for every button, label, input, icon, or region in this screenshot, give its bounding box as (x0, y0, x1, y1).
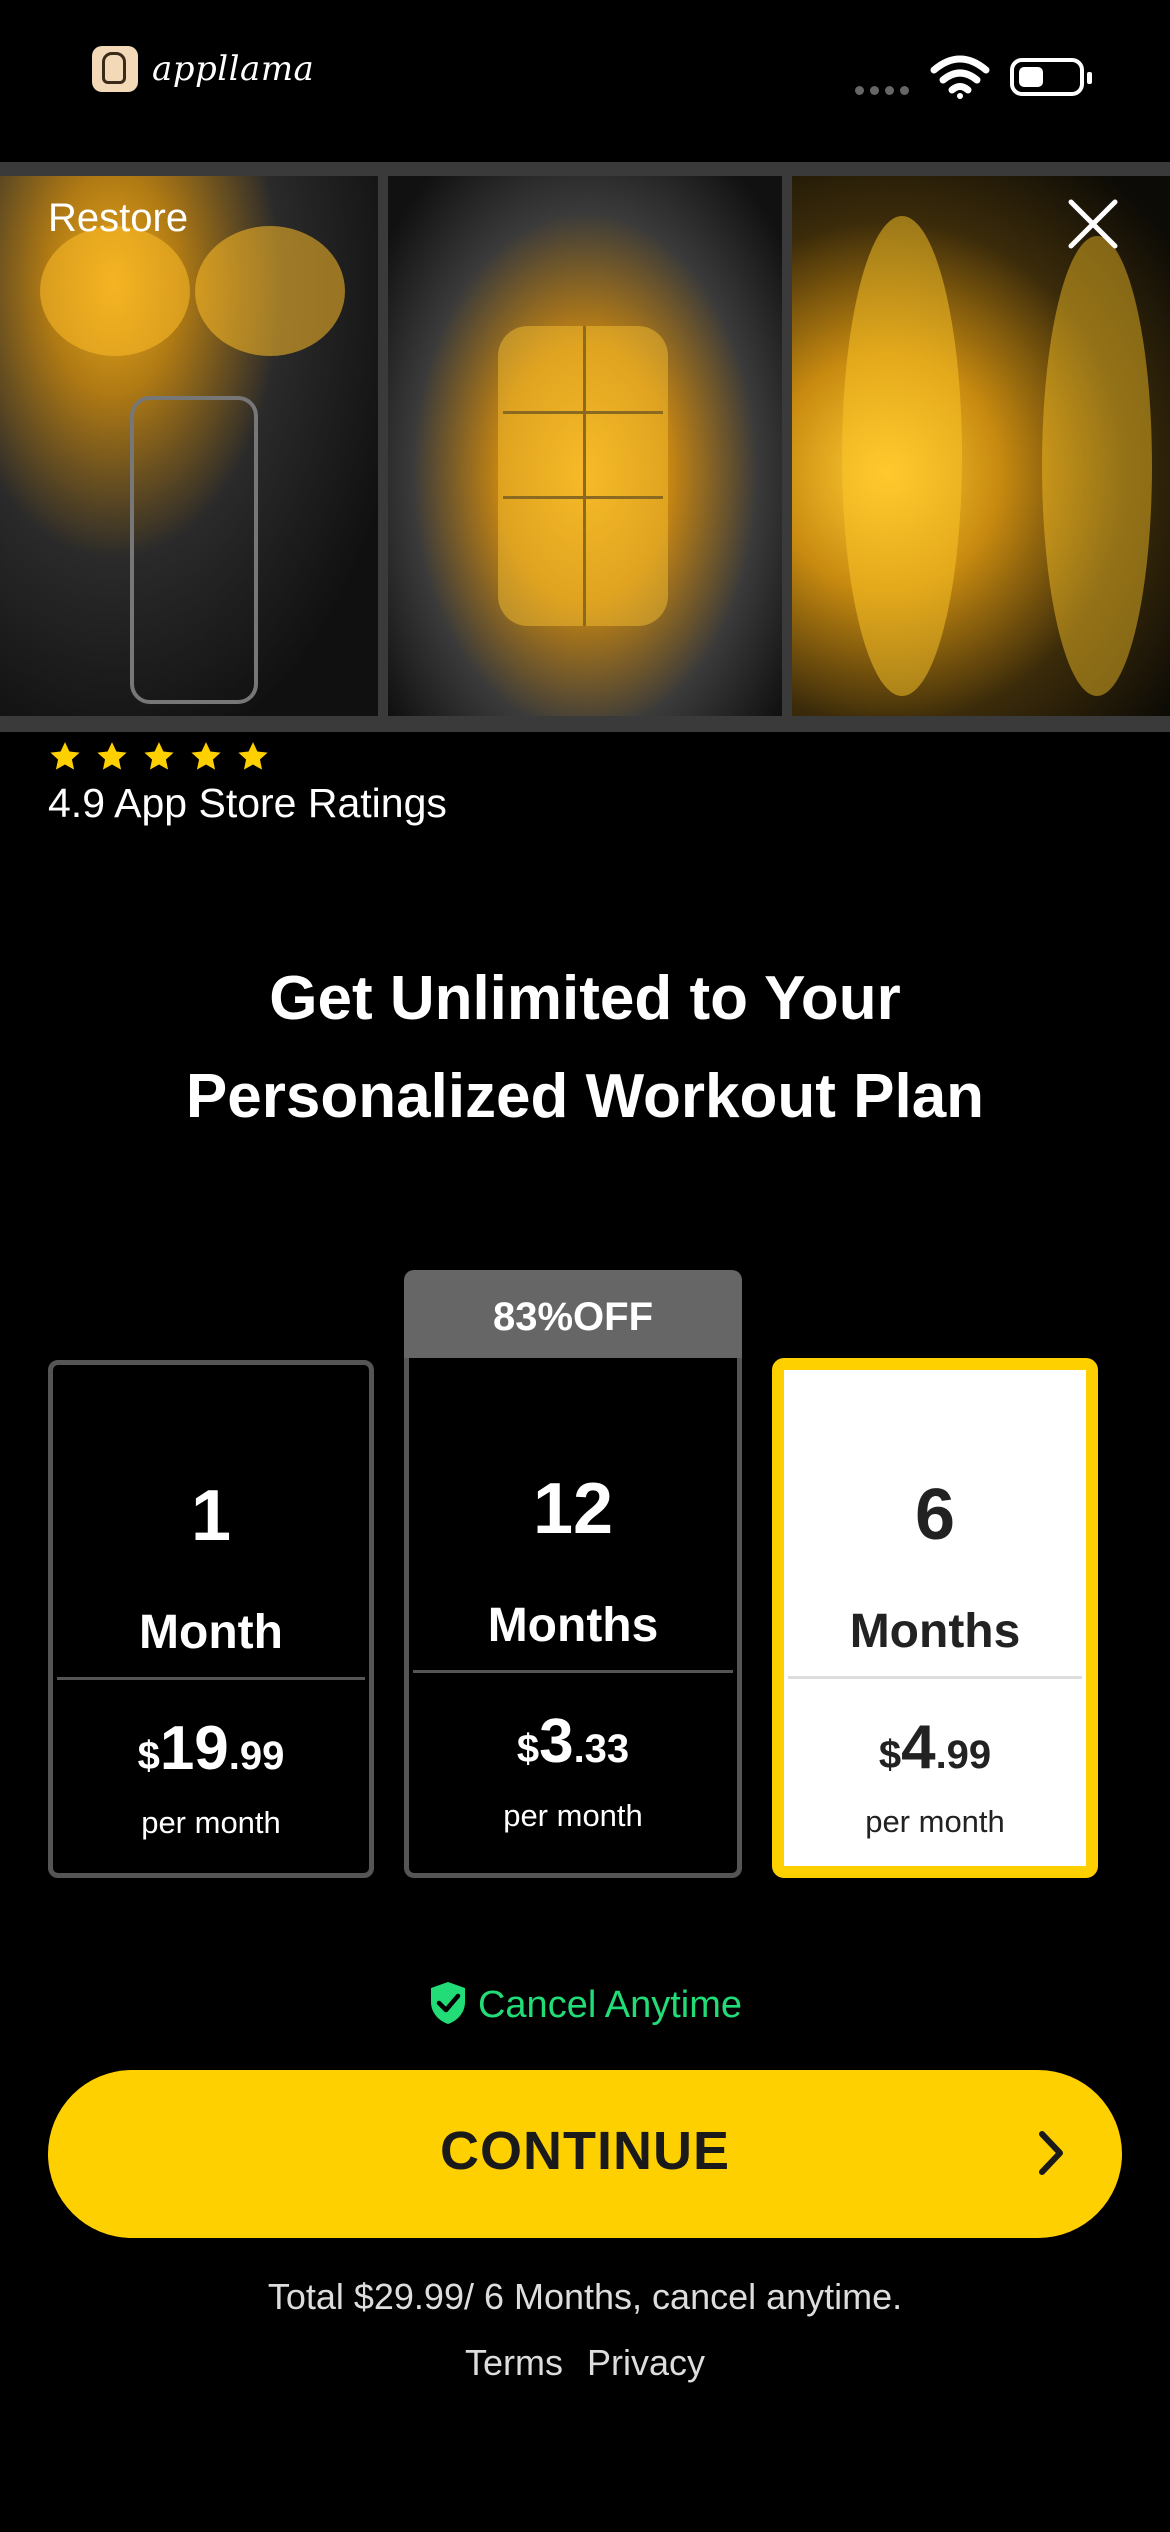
plan-duration-unit: Months (849, 1605, 1021, 1658)
app-logo-text: appllama (152, 49, 315, 89)
plan-per-label: per month (141, 1805, 281, 1840)
plan-duration-number: 6 (914, 1475, 956, 1555)
plan-price: $3.33 (516, 1707, 630, 1776)
plan-duration-number: 1 (190, 1476, 232, 1556)
page-title: Get Unlimited to Your Personalized Worko… (0, 950, 1170, 1146)
app-logo: appllama (92, 46, 314, 92)
chevron-right-icon (1039, 2131, 1063, 2175)
star-icon (97, 742, 127, 770)
continue-button[interactable]: CONTINUE (48, 2070, 1122, 2238)
cancel-anytime-text: Cancel Anytime (477, 1984, 742, 2027)
plan-card-12-months[interactable]: 12 Months $3.33 per month (404, 1358, 742, 1878)
plan-per-label: per month (865, 1804, 1005, 1839)
terms-link[interactable]: Terms (465, 2342, 563, 2383)
chest-muscles-image (0, 176, 378, 716)
rating-stars (48, 740, 270, 774)
plan-divider (788, 1676, 1082, 1679)
total-price-text: Total $29.99/ 6 Months, cancel anytime. (267, 2276, 903, 2317)
plan-price: $19.99 (137, 1714, 285, 1783)
rating-text: 4.9 App Store Ratings (48, 780, 447, 826)
restore-button[interactable]: Restore (48, 196, 188, 241)
plan-card-6-months-selected[interactable]: 6 Months $4.99 per month (772, 1358, 1098, 1878)
hero-banner: Restore (0, 162, 1170, 732)
wifi-icon (930, 55, 990, 99)
star-icon (50, 742, 80, 770)
shield-check-icon (430, 1982, 465, 2024)
abs-muscles-image (388, 176, 782, 716)
title-line-2: Personalized Workout Plan (185, 1062, 985, 1131)
plan-duration-unit: Months (487, 1599, 659, 1652)
plan-price: $4.99 (878, 1713, 992, 1782)
cancel-anytime-note: Cancel Anytime (0, 1982, 1170, 2030)
battery-icon (1010, 58, 1092, 96)
plan-card-1-month[interactable]: 1 Month $19.99 per month (48, 1360, 374, 1878)
signal-dots-icon (855, 86, 909, 95)
star-icon (191, 742, 221, 770)
llama-logo-icon (92, 46, 138, 92)
plan-duration-unit: Month (139, 1606, 283, 1659)
discount-badge: 83%OFF (404, 1270, 742, 1365)
star-icon (238, 742, 268, 770)
plan-per-label: per month (503, 1798, 643, 1833)
privacy-link[interactable]: Privacy (587, 2342, 705, 2383)
footer-links: Terms Privacy (0, 2342, 1170, 2384)
plan-duration-number: 12 (532, 1469, 614, 1549)
continue-label: CONTINUE (440, 2121, 730, 2181)
plan-divider (57, 1677, 365, 1680)
status-bar: appllama (0, 0, 1170, 160)
close-icon[interactable] (1063, 194, 1123, 254)
star-icon (144, 742, 174, 770)
title-line-1: Get Unlimited to Your (269, 964, 901, 1033)
leg-muscles-image (792, 176, 1170, 716)
plan-divider (413, 1670, 733, 1673)
